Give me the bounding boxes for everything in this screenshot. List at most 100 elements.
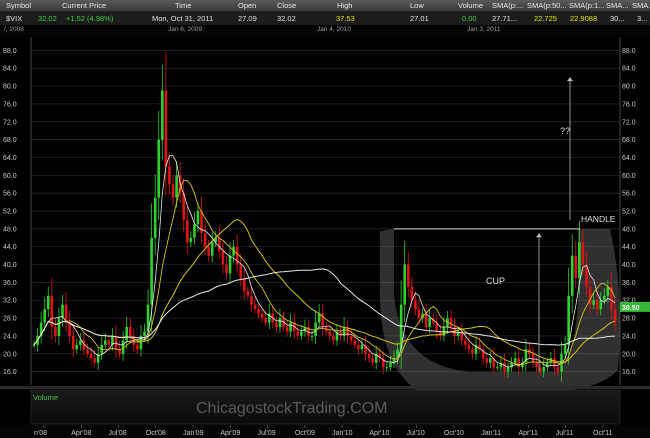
y-tick-label: 24.0: [622, 333, 636, 340]
cup-label: CUP: [486, 276, 505, 286]
handle-label: HANDLE: [581, 214, 616, 224]
candle-body: [103, 340, 107, 345]
candle-body: [71, 335, 75, 350]
y-tick-label: 60.0: [622, 173, 636, 180]
candle-body: [164, 90, 168, 167]
candle-body: [196, 211, 200, 225]
y-tick-label: 20.0: [3, 351, 17, 358]
candle-body: [128, 327, 132, 336]
panel-divider: [0, 386, 650, 389]
candle-body: [542, 367, 546, 372]
sma-line: [33, 268, 616, 346]
y-tick-label: 28.0: [622, 316, 636, 323]
candle-body: [86, 349, 89, 354]
candle-body: [485, 358, 488, 363]
candle-body: [253, 304, 257, 310]
y-tick-label: 64.0: [622, 155, 636, 162]
price-chart[interactable]: CUP HANDLE?? 16.0 16.0 20.0 20.0 24.0 24.0 28.0…: [0, 0, 650, 438]
y-tick-label: 52.0: [622, 209, 636, 216]
x-tick-label: Jul'10: [407, 430, 425, 437]
y-tick-label: 56.0: [622, 191, 636, 198]
y-tick-label: 52.0: [3, 209, 17, 216]
x-tick-label: Apr'10: [369, 430, 389, 437]
candle-body: [150, 237, 153, 305]
candle-body: [278, 318, 282, 327]
x-tick-label: n'08: [34, 430, 47, 437]
y-tick-label: 64.0: [3, 155, 17, 162]
candle-body: [260, 313, 264, 319]
candle-body: [463, 340, 467, 345]
y-tick-label: 84.0: [622, 66, 636, 73]
y-tick-label: 44.0: [622, 244, 636, 251]
x-tick-label: Jul'09: [258, 430, 276, 437]
candle-body: [218, 237, 221, 252]
x-tick-label: Jan'10: [332, 430, 353, 437]
candle-body: [221, 251, 225, 265]
y-tick-label: 48.0: [622, 226, 636, 233]
x-tick-label: Oct'08: [146, 430, 166, 437]
volume-label: Volume: [33, 393, 58, 402]
y-tick-label: 32.0: [3, 298, 17, 305]
candle-body: [228, 255, 232, 274]
x-tick-label: Oct'09: [295, 430, 315, 437]
y-tick-label: 36.0: [3, 280, 17, 287]
candle-body: [389, 362, 392, 368]
y-tick-label: 40.0: [3, 262, 17, 269]
y-tick-label: 28.0: [3, 316, 17, 323]
y-tick-label: 36.0: [622, 280, 636, 287]
candle-body: [153, 197, 157, 238]
y-tick-label: 16.0: [622, 369, 636, 376]
y-tick-label: 40.0: [622, 262, 636, 269]
candle-body: [574, 255, 578, 278]
y-tick-label: 68.0: [622, 137, 636, 144]
candle-body: [185, 219, 189, 243]
x-tick-label: Apr'08: [71, 430, 91, 437]
sma-line: [33, 155, 616, 368]
candle-body: [414, 300, 417, 310]
candle-body: [125, 327, 128, 341]
x-tick-label: Apr'11: [518, 430, 538, 437]
candle-body: [357, 344, 360, 350]
arrow-head: [567, 77, 573, 82]
candle-body: [371, 358, 374, 363]
candle-body: [114, 335, 118, 350]
candle-body: [264, 318, 267, 323]
candle-body: [556, 367, 560, 372]
candle-body: [563, 344, 567, 354]
candle-body: [250, 295, 253, 305]
candle-body: [285, 327, 289, 332]
candle-body: [428, 318, 431, 327]
arrow-head: [536, 233, 542, 238]
candle-body: [403, 264, 406, 305]
x-tick-label: Apr'09: [220, 430, 240, 437]
candle-body: [467, 344, 471, 350]
y-tick-label: 80.0: [622, 84, 636, 91]
candle-body: [75, 344, 79, 350]
candle-body: [275, 322, 278, 327]
y-tick-label: 56.0: [3, 191, 17, 198]
x-axis-bar: [0, 425, 650, 438]
chart-window: Symbol Current Price Time Open Close Hig…: [0, 0, 650, 438]
y-tick-label: 48.0: [3, 226, 17, 233]
candle-body: [143, 331, 146, 336]
y-tick-label: 68.0: [3, 137, 17, 144]
candle-body: [207, 246, 210, 256]
candle-body: [161, 90, 164, 140]
candle-body: [243, 277, 246, 292]
candle-body: [471, 349, 474, 354]
candle-body: [289, 322, 292, 332]
y-tick-label: 24.0: [3, 333, 17, 340]
candle-body: [79, 340, 82, 345]
candle-body: [595, 300, 599, 310]
x-tick-label: Oct'11: [593, 430, 613, 437]
candle-body: [107, 340, 111, 345]
y-tick-label: 72.0: [622, 119, 636, 126]
candle-body: [175, 175, 178, 198]
candle-body: [136, 344, 139, 350]
candle-body: [603, 295, 606, 301]
candle-body: [367, 353, 371, 359]
y-tick-label: 88.0: [622, 48, 636, 55]
candle-body: [328, 331, 332, 336]
y-tick-label: 16.0: [3, 369, 17, 376]
candle-body: [189, 237, 193, 243]
